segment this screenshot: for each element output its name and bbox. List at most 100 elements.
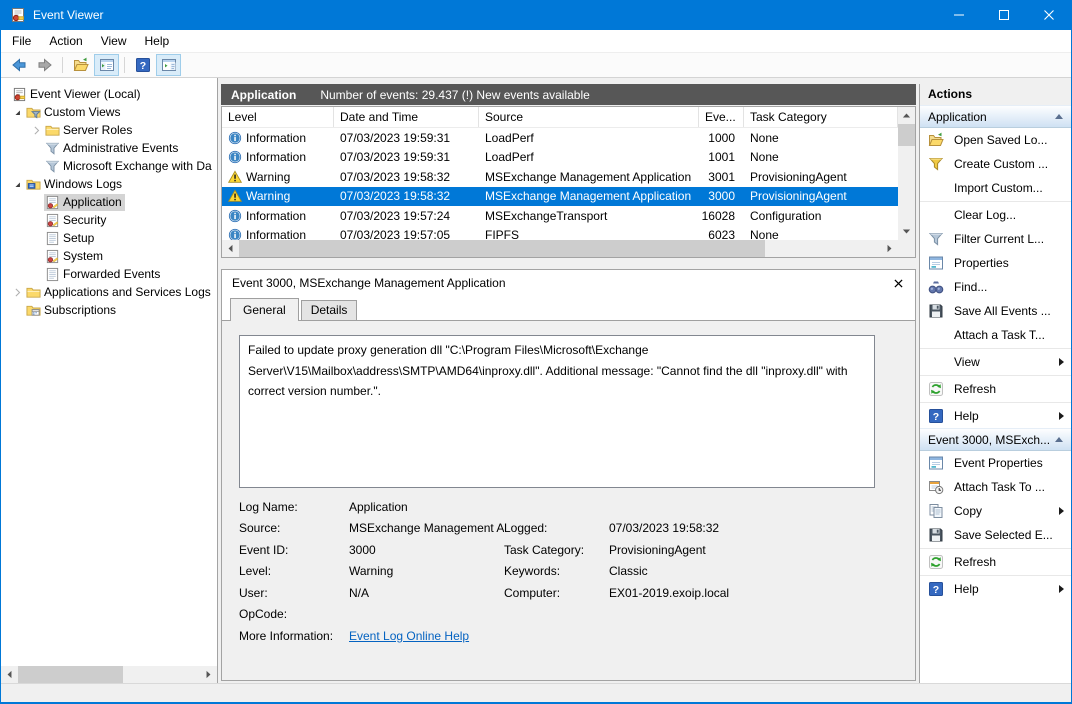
tree-item-security[interactable]: Security [1, 211, 217, 229]
show-console-tree-button[interactable] [94, 54, 119, 76]
forward-arrow-icon [37, 57, 53, 73]
event-table-rows: Information07/03/2023 19:59:31LoadPerf10… [222, 128, 898, 240]
details-close-button[interactable] [892, 277, 905, 290]
scroll-up-icon [902, 111, 911, 120]
properties-icon [928, 455, 944, 471]
event-level: Information [246, 150, 306, 164]
scroll-down-button[interactable] [898, 223, 915, 240]
scrollbar-thumb[interactable] [898, 124, 915, 146]
scroll-right-button[interactable] [881, 240, 898, 257]
tree-item-custom-views[interactable]: Custom Views [1, 103, 217, 121]
details-title: Event 3000, MSExchange Management Applic… [232, 276, 506, 290]
action-properties[interactable]: Properties [920, 251, 1071, 275]
event-list: LevelDate and TimeSourceEve...Task Categ… [221, 106, 916, 258]
console-tree: Event Viewer (Local)Custom ViewsServer R… [1, 78, 217, 666]
minimize-icon [954, 10, 964, 20]
tree-item-server-roles[interactable]: Server Roles [1, 121, 217, 139]
scroll-up-button[interactable] [898, 107, 915, 124]
scrollbar-thumb[interactable] [239, 240, 765, 257]
tree-item-setup[interactable]: Setup [1, 229, 217, 247]
column-header-source[interactable]: Source [479, 107, 699, 127]
actions-pane: Actions ApplicationOpen Saved Lo...Creat… [919, 84, 1071, 683]
menu-file[interactable]: File [3, 31, 40, 51]
action-filter-current-l[interactable]: Filter Current L... [920, 227, 1071, 251]
tree-item-applications-and-services-logs[interactable]: Applications and Services Logs [1, 283, 217, 301]
action-clear-log[interactable]: Clear Log... [920, 203, 1071, 227]
action-attach-task-to[interactable]: Attach Task To ... [920, 475, 1071, 499]
column-header-date-and-time[interactable]: Date and Time [334, 107, 479, 127]
event-datetime: 07/03/2023 19:57:05 [334, 226, 479, 241]
action-find[interactable]: Find... [920, 275, 1071, 299]
show-action-pane-button[interactable] [156, 54, 181, 76]
action-attach-a-task-t[interactable]: Attach a Task T... [920, 323, 1071, 347]
action-save-all-events[interactable]: Save All Events ... [920, 299, 1071, 323]
column-header-task-category[interactable]: Task Category [744, 107, 898, 127]
back-arrow-button[interactable] [6, 54, 31, 76]
action-help[interactable]: ?Help [920, 577, 1071, 601]
scroll-left-button[interactable] [222, 240, 239, 257]
field-label: Level: [239, 564, 349, 578]
open-saved-log-button[interactable] [68, 54, 93, 76]
action-refresh[interactable]: Refresh [920, 550, 1071, 574]
scrollbar-thumb[interactable] [18, 666, 123, 683]
event-row[interactable]: Warning07/03/2023 19:58:32MSExchange Man… [222, 167, 898, 187]
event-message[interactable]: Failed to update proxy generation dll "C… [239, 335, 875, 488]
tab-general[interactable]: General [230, 298, 299, 321]
menu-view[interactable]: View [92, 31, 136, 51]
help-button[interactable]: ? [130, 54, 155, 76]
column-header-level[interactable]: Level [222, 107, 334, 127]
action-event-properties[interactable]: Event Properties [920, 451, 1071, 475]
chevron-right-icon[interactable] [9, 284, 25, 300]
minimize-button[interactable] [936, 0, 981, 30]
menu-action[interactable]: Action [40, 31, 91, 51]
tree-item-windows-logs[interactable]: Windows Logs [1, 175, 217, 193]
action-refresh[interactable]: Refresh [920, 377, 1071, 401]
scroll-right-button[interactable] [200, 666, 217, 683]
event-row[interactable]: Information07/03/2023 19:57:05FIPFS6023N… [222, 226, 898, 241]
tree-item-system[interactable]: System [1, 247, 217, 265]
information-icon [228, 209, 242, 223]
chevron-down-icon[interactable] [9, 176, 25, 192]
action-open-saved-lo[interactable]: Open Saved Lo... [920, 128, 1071, 152]
column-header-eve[interactable]: Eve... [699, 107, 744, 127]
action-save-selected-e[interactable]: Save Selected E... [920, 523, 1071, 547]
scroll-down-icon [902, 227, 911, 236]
collapse-arrow-icon [1055, 437, 1063, 442]
folder-icon [45, 123, 60, 138]
event-log-online-help-link[interactable]: Event Log Online Help [349, 629, 504, 643]
close-button[interactable] [1026, 0, 1071, 30]
menu-help[interactable]: Help [136, 31, 179, 51]
event-row[interactable]: Information07/03/2023 19:59:31LoadPerf10… [222, 128, 898, 148]
tab-details[interactable]: Details [301, 300, 358, 320]
actions-section-header-event-3000-msexch[interactable]: Event 3000, MSExch... [920, 428, 1071, 451]
scrollbar-track[interactable] [239, 240, 881, 257]
action-copy[interactable]: Copy [920, 499, 1071, 523]
scrollbar-track[interactable] [18, 666, 200, 683]
action-help[interactable]: ?Help [920, 404, 1071, 428]
maximize-button[interactable] [981, 0, 1026, 30]
tree-horizontal-scrollbar[interactable] [1, 666, 217, 683]
tree-item-administrative-events[interactable]: Administrative Events [1, 139, 217, 157]
chevron-down-icon[interactable] [9, 104, 25, 120]
tree-item-subscriptions[interactable]: Subscriptions [1, 301, 217, 319]
event-row[interactable]: Information07/03/2023 19:59:31LoadPerf10… [222, 148, 898, 168]
event-task-category: None [744, 148, 898, 168]
information-icon [228, 228, 242, 240]
actions-section-header-application[interactable]: Application [920, 105, 1071, 128]
tree-item-event-viewer-local[interactable]: Event Viewer (Local) [1, 85, 217, 103]
scroll-left-button[interactable] [1, 666, 18, 683]
submenu-arrow-icon [1059, 358, 1064, 366]
action-import-custom[interactable]: Import Custom... [920, 176, 1071, 200]
tree-item-microsoft-exchange-with-da[interactable]: Microsoft Exchange with Da [1, 157, 217, 175]
tree-item-application[interactable]: Application [1, 193, 217, 211]
chevron-right-icon[interactable] [28, 122, 44, 138]
warning-icon [228, 170, 242, 184]
event-row[interactable]: Warning07/03/2023 19:58:32MSExchange Man… [222, 187, 898, 207]
event-row[interactable]: Information07/03/2023 19:57:24MSExchange… [222, 206, 898, 226]
event-list-vertical-scrollbar[interactable] [898, 107, 915, 240]
action-view[interactable]: View [920, 350, 1071, 374]
forward-arrow-button[interactable] [32, 54, 57, 76]
tree-item-forwarded-events[interactable]: Forwarded Events [1, 265, 217, 283]
event-list-horizontal-scrollbar[interactable] [222, 240, 898, 257]
action-create-custom[interactable]: Create Custom ... [920, 152, 1071, 176]
